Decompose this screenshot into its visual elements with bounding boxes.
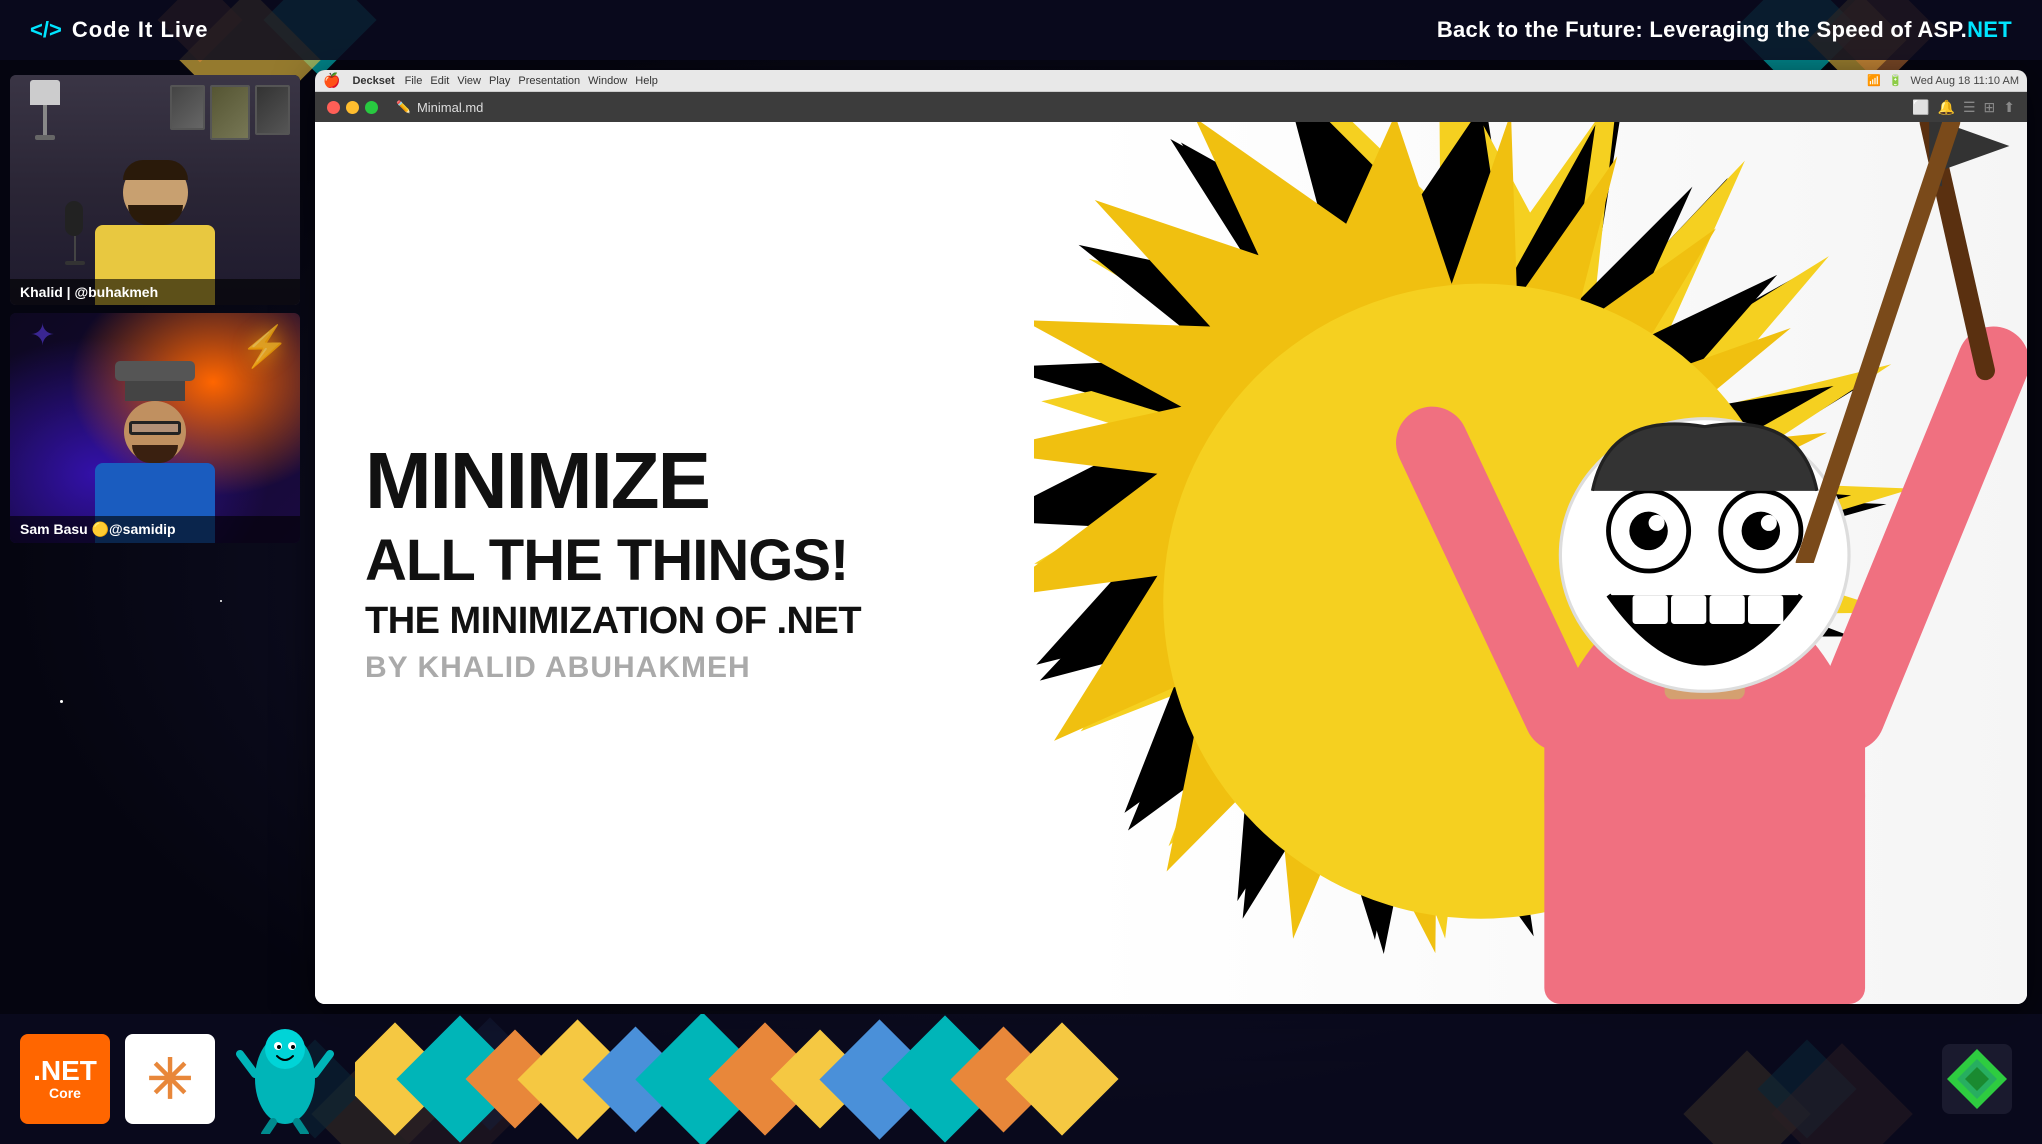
window-minimize-button[interactable] xyxy=(346,101,359,114)
footer-diamond-decorations xyxy=(355,1014,1917,1144)
meme-character-svg xyxy=(1382,122,2027,1004)
menu-window[interactable]: Window xyxy=(588,75,627,87)
mac-window[interactable]: 🍎 Deckset File Edit View Play Presentati… xyxy=(315,70,2027,1004)
logo-brackets-icon: </> xyxy=(30,17,62,43)
presentation-area: 🍎 Deckset File Edit View Play Presentati… xyxy=(310,60,2042,1014)
present-icon[interactable]: ⬜ xyxy=(1912,99,1929,116)
slide-line4: BY KHALID ABUHAKMEH xyxy=(365,651,1121,685)
lamp xyxy=(25,80,65,140)
webcam-khalid: Khalid | @buhakmeh xyxy=(10,75,300,305)
slide-meme-area xyxy=(1034,122,2027,1004)
art-frame-1 xyxy=(170,85,205,130)
slide-line1: MINIMIZE xyxy=(365,441,1121,521)
file-pencil-icon: ✏️ xyxy=(396,100,411,114)
art-frame-3 xyxy=(255,85,290,135)
art-frame-2 xyxy=(210,85,250,140)
battery-icon: 🔋 xyxy=(1889,74,1903,87)
lamp-pole xyxy=(43,105,47,135)
person2-scene: ⚡ ✦ xyxy=(10,313,300,543)
top-header: </> Code It Live Back to the Future: Lev… xyxy=(0,0,2042,60)
logo-text: Code It Live xyxy=(72,17,209,43)
khalid-label: Khalid | @buhakmeh xyxy=(10,279,300,305)
sam-label: Sam Basu 🟡@samidip xyxy=(10,516,300,543)
list-icon[interactable]: ☰ xyxy=(1963,99,1976,116)
asterisk-badge: ✳ xyxy=(125,1034,215,1124)
titlebar-right-controls: ⬜ 🔔 ☰ ⊞ ⬆ xyxy=(1912,99,2015,116)
person1-scene xyxy=(10,75,300,305)
mac-system-menubar: 🍎 Deckset File Edit View Play Presentati… xyxy=(315,70,2027,92)
window-maximize-button[interactable] xyxy=(365,101,378,114)
dotnet-text: .NET xyxy=(33,1057,97,1085)
app-name-deckset[interactable]: Deckset xyxy=(352,75,394,87)
bell-icon[interactable]: 🔔 xyxy=(1938,99,1955,116)
footer-diamond-12 xyxy=(1005,1022,1118,1135)
wifi-icon: 📶 xyxy=(1867,74,1881,87)
menu-play[interactable]: Play xyxy=(489,75,510,87)
lamp-base xyxy=(35,135,55,140)
grid-icon[interactable]: ⊞ xyxy=(1984,99,1996,116)
footer-mascot-svg xyxy=(235,1024,335,1134)
footer-character xyxy=(230,1024,340,1134)
glasses xyxy=(129,421,181,435)
slide-text-area: MINIMIZE ALL THE THINGS! THE MINIMIZATIO… xyxy=(315,401,1171,725)
footer-right-logo xyxy=(1932,1034,2022,1124)
menu-help[interactable]: Help xyxy=(635,75,658,87)
beard-sam xyxy=(132,445,178,463)
mac-titlebar: ✏️ Minimal.md ⬜ 🔔 ☰ ⊞ ⬆ xyxy=(315,92,2027,122)
window-filename: Minimal.md xyxy=(417,100,483,115)
webcam-sam: ⚡ ✦ Sam Bas xyxy=(10,313,300,543)
slide-line2: ALL THE THINGS! xyxy=(365,529,1121,593)
head-sam xyxy=(124,401,186,463)
star-decoration: ✦ xyxy=(30,318,55,353)
bottom-footer: .NET Core ✳ xyxy=(0,1014,2042,1144)
hair xyxy=(123,160,188,180)
hat-brim xyxy=(115,361,195,381)
dotnet-sub: Core xyxy=(49,1085,81,1101)
logo-area: </> Code It Live xyxy=(30,17,209,43)
main-content: Khalid | @buhakmeh ⚡ ✦ xyxy=(0,60,2042,1014)
lightning-decoration: ⚡ xyxy=(240,323,290,370)
menu-edit[interactable]: Edit xyxy=(430,75,449,87)
lamp-shade xyxy=(30,80,60,105)
slide-line3: THE MINIMIZATION OF .NET xyxy=(365,601,1121,643)
green-logo-svg xyxy=(1937,1039,2017,1119)
share-icon[interactable]: ⬆ xyxy=(2003,99,2015,116)
menu-view[interactable]: View xyxy=(457,75,481,87)
sys-status-icons: 📶 🔋 Wed Aug 18 11:10 AM xyxy=(1867,74,2019,87)
slide-content: MINIMIZE ALL THE THINGS! THE MINIMIZATIO… xyxy=(315,122,2027,1004)
wall-art xyxy=(170,85,290,140)
menu-file[interactable]: File xyxy=(405,75,423,87)
person-sam-figure xyxy=(65,351,245,543)
system-datetime: Wed Aug 18 11:10 AM xyxy=(1911,75,2019,87)
asterisk-symbol: ✳ xyxy=(147,1052,193,1107)
menu-presentation[interactable]: Presentation xyxy=(518,75,580,87)
window-close-button[interactable] xyxy=(327,101,340,114)
header-title: Back to the Future: Leveraging the Speed… xyxy=(1437,17,2012,43)
window-title-area: ✏️ Minimal.md xyxy=(396,100,483,115)
beard xyxy=(128,205,183,225)
dotnet-badge: .NET Core xyxy=(20,1034,110,1124)
sidebar: Khalid | @buhakmeh ⚡ ✦ xyxy=(0,60,310,1014)
apple-logo-icon: 🍎 xyxy=(323,72,340,89)
head xyxy=(123,160,188,225)
